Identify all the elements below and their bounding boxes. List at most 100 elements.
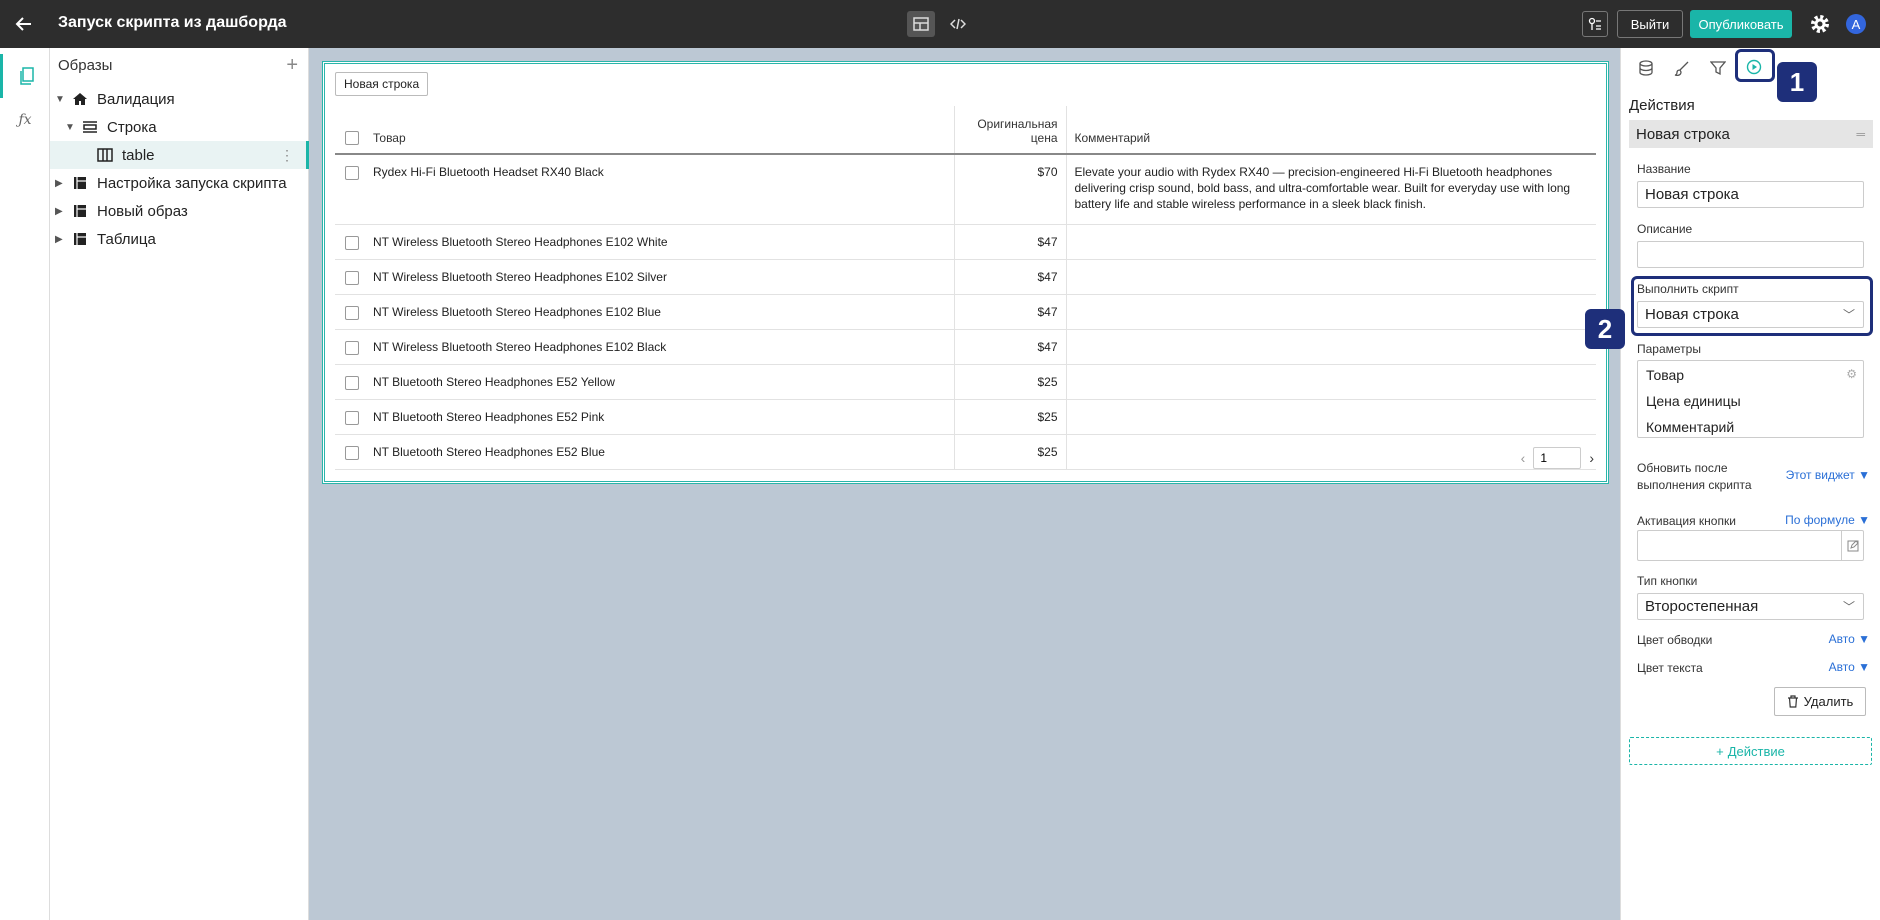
row-checkbox[interactable] — [345, 305, 359, 320]
column-header-product[interactable]: Товар — [365, 106, 955, 155]
row-checkbox[interactable] — [345, 340, 359, 355]
text-color-dropdown[interactable]: Авто ▼ — [1829, 660, 1870, 674]
annotation-highlight-2 — [1631, 276, 1873, 336]
add-action-button[interactable]: + Действие — [1629, 737, 1872, 765]
activation-value: По формуле — [1785, 513, 1855, 527]
name-label: Название — [1637, 162, 1691, 176]
pagination: ‹ › — [1521, 447, 1594, 469]
row-checkbox[interactable] — [345, 270, 359, 285]
plus-icon[interactable]: + — [286, 54, 298, 77]
caret-right-icon[interactable]: ▶ — [55, 178, 69, 189]
param-item[interactable]: Цена единицы — [1646, 393, 1741, 409]
page-icon — [69, 204, 91, 218]
caret-down-icon: ▼ — [1858, 468, 1870, 482]
table-row[interactable]: NT Bluetooth Stereo Headphones E52 Pink … — [335, 399, 1596, 435]
action-item[interactable]: Новая строка ═ — [1629, 120, 1873, 148]
tree-node-label: Новый образ — [97, 202, 188, 220]
table-row[interactable]: Rydex Hi-Fi Bluetooth Headset RX40 Black… — [335, 154, 1596, 225]
tree-node-label: Таблица — [97, 230, 156, 248]
cell-comment — [1066, 294, 1596, 330]
description-label: Описание — [1637, 222, 1693, 236]
filter-icon[interactable] — [1704, 54, 1732, 82]
caret-down-icon[interactable]: ▼ — [65, 122, 79, 133]
cell-price: $47 — [954, 294, 1067, 330]
row-checkbox[interactable] — [345, 410, 359, 425]
edit-icon[interactable] — [1841, 531, 1863, 560]
row-checkbox[interactable] — [345, 235, 359, 250]
code-mode-icon[interactable] — [944, 11, 972, 37]
caret-right-icon[interactable]: ▶ — [55, 206, 69, 217]
cell-price: $25 — [954, 399, 1067, 435]
table-row[interactable]: NT Wireless Bluetooth Stereo Headphones … — [335, 329, 1596, 365]
param-item[interactable]: Комментарий — [1646, 419, 1734, 435]
table-row[interactable]: NT Wireless Bluetooth Stereo Headphones … — [335, 294, 1596, 330]
pages-icon[interactable] — [0, 54, 50, 98]
caret-down-icon: ▼ — [1858, 660, 1870, 674]
tree-node-script-setup[interactable]: ▶ Настройка запуска скрипта — [50, 169, 309, 197]
tree-node-new-image[interactable]: ▶ Новый образ — [50, 197, 309, 225]
avatar[interactable]: A — [1846, 14, 1866, 34]
tree-node-label: Валидация — [97, 90, 175, 108]
tree-node-table[interactable]: table ⋮ — [50, 141, 309, 169]
row-checkbox-cell — [335, 329, 365, 365]
database-icon[interactable] — [1632, 54, 1660, 82]
param-item[interactable]: Товар — [1646, 367, 1684, 383]
cell-product: NT Wireless Bluetooth Stereo Headphones … — [365, 224, 955, 260]
share-icon[interactable] — [1582, 11, 1608, 37]
name-field[interactable] — [1637, 181, 1864, 208]
new-row-button[interactable]: Новая строка — [335, 72, 429, 96]
row-checkbox[interactable] — [345, 165, 359, 180]
row-checkbox[interactable] — [345, 445, 359, 460]
more-vertical-icon[interactable]: ⋮ — [280, 147, 294, 164]
chevron-left-icon[interactable]: ‹ — [1521, 450, 1526, 466]
border-color-label: Цвет обводки — [1637, 633, 1713, 647]
properties-panel: Действия Новая строка ═ Название Описани… — [1620, 48, 1880, 920]
refresh-dropdown[interactable]: Этот виджет ▼ — [1786, 468, 1870, 482]
back-arrow-icon[interactable] — [12, 12, 36, 36]
chevron-right-icon[interactable]: › — [1589, 450, 1594, 466]
refresh-value: Этот виджет — [1785, 468, 1855, 482]
tree-node-table-page[interactable]: ▶ Таблица — [50, 225, 309, 253]
annotation-highlight-1 — [1735, 49, 1775, 82]
table-widget[interactable]: Новая строка Товар Оригинальная цена Комм… — [322, 61, 1609, 484]
formula-icon[interactable]: ƒx — [0, 98, 50, 142]
column-header-price[interactable]: Оригинальная цена — [954, 106, 1067, 155]
page-number-input[interactable] — [1533, 447, 1582, 469]
home-icon — [69, 92, 91, 106]
column-header-comment[interactable]: Комментарий — [1066, 106, 1596, 155]
layout-mode-icon[interactable] — [907, 11, 935, 37]
caret-down-icon[interactable]: ▼ — [55, 94, 69, 105]
delete-button[interactable]: Удалить — [1774, 687, 1866, 716]
description-field[interactable] — [1637, 241, 1864, 268]
tree-node-validation[interactable]: ▼ Валидация — [50, 85, 309, 113]
table-icon — [94, 148, 116, 162]
cell-product: NT Bluetooth Stereo Headphones E52 Yello… — [365, 364, 955, 400]
left-rail: ƒx — [0, 48, 50, 920]
gear-icon[interactable]: ⚙ — [1846, 367, 1857, 381]
page-icon — [69, 176, 91, 190]
button-type-select[interactable]: Второстепенная ﹀ — [1637, 593, 1864, 620]
text-color-value: Авто — [1828, 660, 1855, 674]
activation-dropdown[interactable]: По формуле ▼ — [1785, 513, 1870, 527]
border-color-dropdown[interactable]: Авто ▼ — [1829, 632, 1870, 646]
row-checkbox[interactable] — [345, 375, 359, 390]
add-action-label: Действие — [1727, 743, 1785, 759]
cell-price: $25 — [954, 364, 1067, 400]
select-all-checkbox[interactable] — [345, 131, 359, 145]
cell-product: NT Wireless Bluetooth Stereo Headphones … — [365, 294, 955, 330]
table-row[interactable]: NT Bluetooth Stereo Headphones E52 Blue … — [335, 434, 1596, 470]
tree-node-row[interactable]: ▼ Строка — [50, 113, 309, 141]
caret-down-icon: ▼ — [1858, 513, 1870, 527]
table-row[interactable]: NT Bluetooth Stereo Headphones E52 Yello… — [335, 364, 1596, 400]
delete-label: Удалить — [1803, 694, 1854, 709]
publish-button[interactable]: Опубликовать — [1690, 10, 1792, 38]
table-row[interactable]: NT Wireless Bluetooth Stereo Headphones … — [335, 259, 1596, 295]
trash-icon — [1787, 695, 1798, 708]
table-row[interactable]: NT Wireless Bluetooth Stereo Headphones … — [335, 224, 1596, 260]
exit-button[interactable]: Выйти — [1617, 10, 1683, 38]
brush-icon[interactable] — [1668, 54, 1696, 82]
gear-icon[interactable] — [1808, 12, 1832, 36]
formula-field[interactable] — [1637, 530, 1864, 561]
drag-handle-icon[interactable]: ═ — [1856, 127, 1865, 141]
caret-right-icon[interactable]: ▶ — [55, 234, 69, 245]
